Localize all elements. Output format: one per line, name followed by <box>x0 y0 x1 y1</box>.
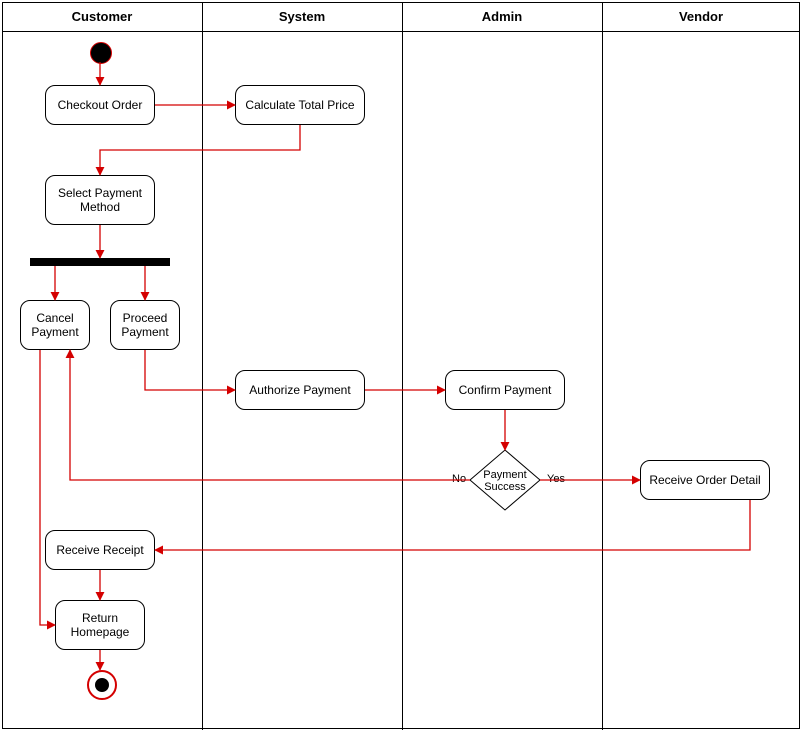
final-node-inner <box>95 678 109 692</box>
activity-proceed-payment: Proceed Payment <box>110 300 180 350</box>
activity-receive-order: Receive Order Detail <box>640 460 770 500</box>
activity-select-payment: Select Payment Method <box>45 175 155 225</box>
lane-divider <box>602 2 603 730</box>
guard-yes: Yes <box>545 473 567 485</box>
activity-confirm-payment: Confirm Payment <box>445 370 565 410</box>
final-node <box>87 670 117 700</box>
activity-diagram: Customer System Admin Vendor Checkout Or… <box>0 0 802 731</box>
lane-header-system: System <box>202 2 402 32</box>
activity-checkout-order: Checkout Order <box>45 85 155 125</box>
lane-header-vendor: Vendor <box>602 2 800 32</box>
activity-receive-receipt: Receive Receipt <box>45 530 155 570</box>
initial-node <box>90 42 112 64</box>
activity-cancel-payment: Cancel Payment <box>20 300 90 350</box>
decision-label: Payment Success <box>470 469 540 493</box>
activity-return-homepage: Return Homepage <box>55 600 145 650</box>
lane-divider <box>202 2 203 730</box>
activity-authorize-payment: Authorize Payment <box>235 370 365 410</box>
lane-header-admin: Admin <box>402 2 602 32</box>
activity-calculate-total: Calculate Total Price <box>235 85 365 125</box>
lane-header-customer: Customer <box>2 2 202 32</box>
fork-bar <box>30 258 170 266</box>
guard-no: No <box>450 473 468 485</box>
lane-divider <box>402 2 403 730</box>
